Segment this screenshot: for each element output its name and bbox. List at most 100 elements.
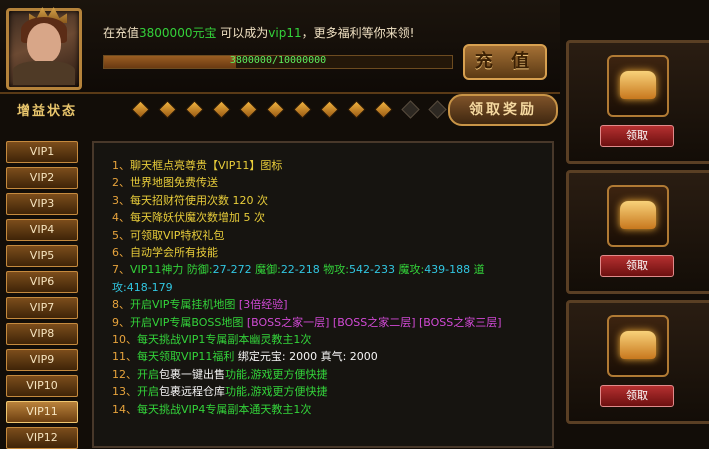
vip-text-suffix: ，更多福利等你来领!: [301, 26, 415, 40]
stat-value: 542-233: [349, 263, 399, 277]
vip-tab-vip7[interactable]: VIP7: [6, 297, 78, 319]
benefit-extra: 绑定元宝: 2000 真气: 2000: [237, 350, 378, 364]
benefit-index: 11、: [112, 350, 137, 364]
benefit-list: 1、聊天框点亮尊贵【VIP11】图标 2、世界地图免费传送 3、每天招财符使用次数 …: [112, 157, 532, 418]
treasure-chest-icon: [620, 71, 656, 99]
vip-tab-list: VIP1 VIP2 VIP3 VIP4 VIP5 VIP6 VIP7 VIP8 VIP9 VIP1…: [0, 136, 80, 449]
benefit-item: 5、可领取VIP特权礼包: [112, 227, 532, 244]
vip-tab-vip4[interactable]: VIP4: [6, 219, 78, 241]
vip-tab-vip5[interactable]: VIP5: [6, 245, 78, 267]
reward-icon-frame: [607, 185, 669, 247]
vip-amount: 3800000元宝: [139, 26, 217, 40]
avatar: [6, 7, 82, 90]
buff-diamond-icon: [266, 100, 285, 119]
benefit-index: 8、: [112, 298, 130, 312]
treasure-chest-icon: [620, 331, 656, 359]
benefit-text: VIP11神力: [130, 263, 187, 277]
stat-label: 魔攻:: [398, 263, 425, 277]
recharge-button[interactable]: 充 值: [463, 44, 547, 80]
vip-tab-vip12[interactable]: VIP12: [6, 427, 78, 449]
stat-wrap: 攻:418-179: [112, 280, 173, 294]
benefit-item: 6、自动学会所有技能: [112, 244, 532, 261]
reward-icon-frame: [607, 55, 669, 117]
benefit-item: 12、开启包裹一键出售功能,游戏更方便快捷: [112, 366, 532, 383]
buff-diamond-icon: [320, 100, 339, 119]
vip-tab-vip3[interactable]: VIP3: [6, 193, 78, 215]
stat-label: 魔御:: [255, 263, 281, 277]
vip-tab-vip1[interactable]: VIP1: [6, 141, 78, 163]
vip-tab-vip11[interactable]: VIP11: [6, 401, 78, 423]
benefit-index: 5、: [112, 228, 130, 242]
avatar-face: [27, 23, 61, 63]
vip-tab-vip2[interactable]: VIP2: [6, 167, 78, 189]
benefit-index: 6、: [112, 246, 130, 260]
benefit-text: 每天降妖伏魔次数增加 5 次: [130, 211, 265, 225]
stat-label: 物攻:: [323, 263, 349, 277]
benefit-index: 14、: [112, 402, 137, 416]
reward-card: 领取: [566, 300, 709, 424]
claim-button[interactable]: 领取: [600, 125, 674, 147]
benefit-text: 开启: [137, 367, 159, 381]
benefit-extra: [BOSS之家一层] [BOSS之家二层] [BOSS之家三层]: [246, 315, 502, 329]
benefit-index: 7、: [112, 263, 130, 277]
claim-button[interactable]: 领取: [600, 255, 674, 277]
benefit-item: 2、世界地图免费传送: [112, 174, 532, 191]
benefit-index: 12、: [112, 367, 137, 381]
buff-diamond-icon: [293, 100, 312, 119]
vip-level: vip11: [268, 26, 302, 40]
avatar-body: [13, 61, 75, 85]
stat-value: 22-218: [280, 263, 324, 277]
reward-card: 领取: [566, 170, 709, 294]
benefit-text: 世界地图免费传送: [130, 176, 218, 190]
vip-benefits-panel: 1、聊天框点亮尊贵【VIP11】图标 2、世界地图免费传送 3、每天招财符使用次数 …: [92, 141, 554, 448]
benefit-text: 开启VIP专属挂机地图: [130, 298, 239, 312]
vip-text-prefix: 在充值: [103, 26, 140, 40]
benefit-item: 7、VIP11神力 防御:27-272 魔御:22-218 物攻:542-233…: [112, 261, 532, 278]
buff-diamond-icon: [131, 100, 150, 119]
benefit-item-continued: 攻:418-179: [112, 279, 532, 296]
benefit-text: 每天挑战VIP1专属副本幽灵教主1次: [137, 333, 312, 347]
benefit-item: 4、每天降妖伏魔次数增加 5 次: [112, 209, 532, 226]
reward-cards: 领取 领取 领取: [566, 0, 709, 444]
stat-label: 防御:: [186, 263, 213, 277]
vip-header: 在充值3800000元宝 可以成为vip11，更多福利等你来领! 3800000…: [0, 0, 560, 126]
benefit-text-tail: 功能,游戏更方便快捷: [225, 367, 328, 381]
claim-reward-button[interactable]: 领取奖励: [448, 94, 558, 126]
benefit-item: 13、开启包裹远程仓库功能,游戏更方便快捷: [112, 383, 532, 400]
buff-diamonds: [130, 100, 475, 119]
progress-text: 3800000/10000000: [229, 55, 327, 66]
benefit-index: 1、: [112, 159, 130, 172]
benefit-text-tail: 功能,游戏更方便快捷: [225, 385, 328, 399]
treasure-chest-icon: [620, 201, 656, 229]
benefit-item: 14、每天挑战VIP4专属副本通天教主1次: [112, 401, 532, 418]
benefit-text: 每天领取VIP11福利: [137, 350, 238, 364]
buff-status-label: 增益状态: [17, 104, 78, 119]
buff-diamond-icon: [347, 100, 366, 119]
buff-diamond-icon: [158, 100, 177, 119]
buff-diamond-icon: [374, 100, 393, 119]
vip-tab-vip9[interactable]: VIP9: [6, 349, 78, 371]
benefit-index: 9、: [112, 315, 130, 329]
vip-tab-vip6[interactable]: VIP6: [6, 271, 78, 293]
benefit-index: 4、: [112, 211, 130, 225]
claim-button[interactable]: 领取: [600, 385, 674, 407]
benefit-text: 自动学会所有技能: [130, 246, 218, 260]
benefit-text: 每天挑战VIP4专属副本通天教主1次: [137, 402, 312, 416]
stat-value: 27-272: [212, 263, 256, 277]
reward-icon-frame: [607, 315, 669, 377]
stat-label: 道: [473, 263, 485, 277]
benefit-text: 开启VIP专属BOSS地图: [130, 315, 247, 329]
benefit-index: 2、: [112, 176, 130, 190]
vip-text-mid: 可以成为: [216, 26, 269, 40]
benefit-extra: [3倍经验]: [238, 298, 288, 312]
benefit-text: 每天招财符使用次数 120 次: [130, 193, 268, 207]
benefit-text: 聊天框点亮尊贵【VIP11】图标: [130, 159, 283, 172]
vip-tab-vip8[interactable]: VIP8: [6, 323, 78, 345]
benefit-index: 13、: [112, 385, 137, 399]
buff-diamond-icon: [428, 100, 447, 119]
buff-diamond-icon: [239, 100, 258, 119]
benefit-item: 9、开启VIP专属BOSS地图 [BOSS之家一层] [BOSS之家二层] [B…: [112, 314, 532, 331]
buff-diamond-icon: [401, 100, 420, 119]
vip-tab-vip10[interactable]: VIP10: [6, 375, 78, 397]
benefit-item: 8、开启VIP专属挂机地图 [3倍经验]: [112, 296, 532, 313]
